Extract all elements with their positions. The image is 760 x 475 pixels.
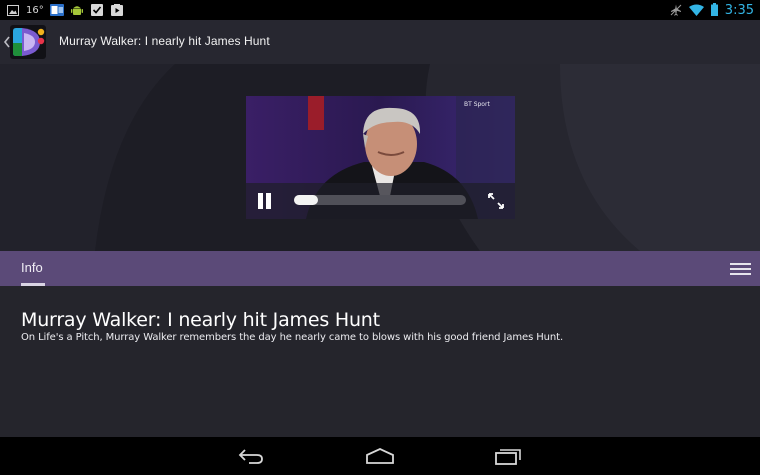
video-hero: BT Sport bbox=[0, 64, 760, 251]
play-store-icon bbox=[110, 4, 124, 17]
seek-bar[interactable] bbox=[294, 195, 466, 205]
hamburger-menu-icon[interactable] bbox=[730, 263, 751, 275]
action-bar-title: Murray Walker: I nearly hit James Hunt bbox=[59, 34, 270, 48]
article-title: Murray Walker: I nearly hit James Hunt bbox=[21, 309, 380, 331]
pause-bar-right bbox=[266, 193, 271, 209]
action-bar: Murray Walker: I nearly hit James Hunt bbox=[0, 20, 760, 64]
article-content: Murray Walker: I nearly hit James Hunt O… bbox=[0, 286, 760, 437]
home-nav-button[interactable] bbox=[365, 446, 395, 466]
status-bar: 16° 3:35 bbox=[0, 0, 760, 20]
pause-button[interactable] bbox=[255, 192, 273, 210]
system-navigation-bar bbox=[0, 437, 760, 475]
task-done-icon bbox=[90, 4, 104, 17]
clock-text: 3:35 bbox=[724, 2, 754, 18]
pause-bar-left bbox=[258, 193, 263, 209]
recent-apps-nav-button[interactable] bbox=[494, 446, 522, 466]
article-description: On Life's a Pitch, Murray Walker remembe… bbox=[21, 332, 564, 343]
back-nav-button[interactable] bbox=[237, 446, 265, 466]
tab-info[interactable]: Info bbox=[21, 251, 43, 286]
battery-icon bbox=[710, 1, 718, 20]
temperature-text: 16° bbox=[26, 4, 44, 16]
video-player[interactable]: BT Sport bbox=[246, 96, 515, 219]
app-logo-icon[interactable] bbox=[10, 25, 46, 59]
android-icon bbox=[70, 4, 84, 17]
airplane-mode-icon bbox=[670, 1, 682, 20]
fullscreen-icon[interactable] bbox=[487, 192, 505, 210]
tab-bar: Info bbox=[0, 251, 760, 286]
image-notification-icon bbox=[6, 4, 20, 17]
channel-watermark: BT Sport bbox=[464, 101, 490, 108]
outlook-icon bbox=[49, 4, 64, 17]
wifi-icon bbox=[688, 1, 704, 20]
video-controls bbox=[246, 183, 515, 219]
seek-bar-progress bbox=[294, 195, 319, 205]
